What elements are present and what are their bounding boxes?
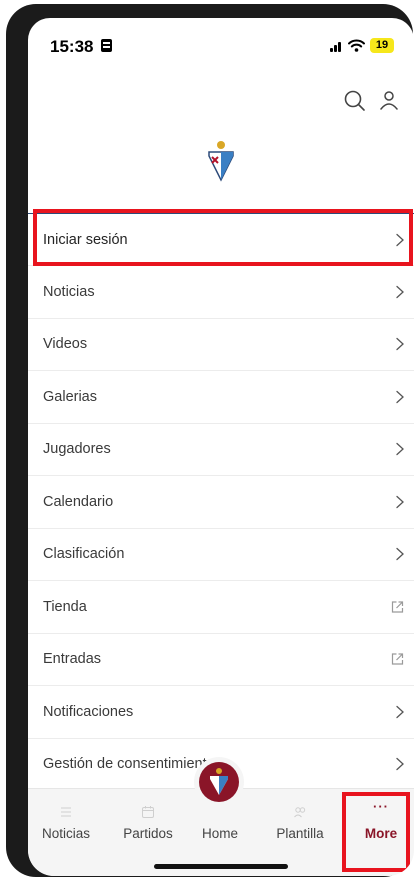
tab-plantilla[interactable]: Plantilla	[266, 789, 334, 859]
chevron-right-icon	[396, 233, 404, 246]
menu-item[interactable]: Calendario	[28, 476, 414, 529]
battery-indicator: 19	[370, 38, 394, 53]
search-icon[interactable]	[342, 88, 368, 114]
tab-home[interactable]: Home	[194, 789, 246, 859]
chevron-right-icon	[396, 443, 404, 456]
menu-item[interactable]: Iniciar sesión	[28, 214, 414, 266]
chevron-right-icon	[396, 285, 404, 298]
tab-more[interactable]: ··· More	[348, 789, 414, 859]
menu-item-label: Jugadores	[43, 441, 111, 458]
menu-item-label: Calendario	[43, 493, 114, 510]
menu-item-label: Galerias	[43, 388, 97, 405]
menu-item-label: Videos	[43, 336, 88, 353]
tab-label: Plantilla	[276, 826, 324, 841]
external-link-icon	[391, 653, 404, 665]
more-menu: Iniciar sesión Noticias Videos Galerias Juga…	[28, 214, 414, 791]
tab-label: Home	[201, 826, 238, 841]
menu-item-label: Entradas	[43, 651, 102, 668]
tab-label: More	[364, 826, 398, 841]
phone-frame: 15:38 19 Iniciar sesión Noticias Videos …	[6, 4, 414, 877]
tab-noticias[interactable]: Noticias	[36, 789, 96, 859]
menu-item-label: Notificaciones	[43, 703, 134, 720]
tab-partidos[interactable]: Partidos	[116, 789, 180, 859]
chevron-right-icon	[396, 390, 404, 403]
menu-item[interactable]: Tienda	[28, 581, 414, 634]
chevron-right-icon	[396, 548, 404, 561]
chevron-right-icon	[396, 705, 404, 718]
tab-label: Partidos	[123, 826, 173, 841]
bottom-tab-bar: Noticias Partidos Home Plantilla ··· Mor…	[28, 757, 414, 876]
tab-label: Noticias	[41, 826, 90, 841]
menu-item[interactable]: Videos	[28, 319, 414, 371]
menu-item-label: Clasificación	[43, 546, 125, 563]
menu-item[interactable]: Notificaciones	[28, 686, 414, 739]
menu-item[interactable]: Clasificación	[28, 529, 414, 581]
status-time: 15:38	[50, 37, 94, 56]
wifi-icon	[348, 39, 365, 52]
menu-item-label: Tienda	[43, 598, 87, 615]
chevron-right-icon	[396, 338, 404, 351]
menu-item[interactable]: Entradas	[28, 634, 414, 686]
app-screen: 15:38 19 Iniciar sesión Noticias Videos …	[28, 18, 414, 876]
club-crest-logo	[208, 141, 234, 182]
header-actions	[28, 88, 414, 118]
team-icon	[294, 807, 306, 818]
chevron-right-icon	[396, 495, 404, 508]
menu-item[interactable]: Galerias	[28, 371, 414, 424]
menu-item[interactable]: Jugadores	[28, 424, 414, 476]
chevron-right-icon	[396, 758, 404, 771]
menu-item-label: Noticias	[43, 283, 95, 300]
status-bar: 15:38 19	[28, 18, 414, 74]
calendar-icon	[142, 806, 154, 818]
list-icon	[61, 807, 71, 817]
menu-item-label: Iniciar sesión	[43, 231, 128, 248]
sim-card-icon	[101, 39, 112, 52]
more-dots-icon: ···	[373, 799, 389, 814]
signal-icon	[330, 40, 344, 52]
external-link-icon	[391, 601, 404, 613]
home-indicator	[154, 864, 288, 869]
user-icon[interactable]	[376, 88, 402, 114]
menu-item[interactable]: Noticias	[28, 266, 414, 319]
menu-item-label: Gestión de consentimientos	[43, 756, 222, 773]
